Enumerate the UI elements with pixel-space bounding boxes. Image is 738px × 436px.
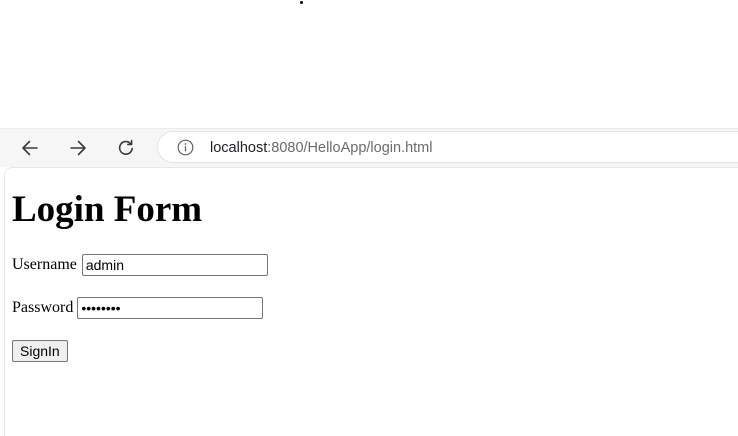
- address-bar[interactable]: localhost:8080/HelloApp/login.html: [157, 131, 738, 163]
- password-input[interactable]: [77, 297, 264, 319]
- url-text[interactable]: localhost:8080/HelloApp/login.html: [210, 139, 432, 157]
- forward-button[interactable]: [63, 135, 93, 161]
- url-host: localhost: [210, 140, 268, 156]
- password-label: Password: [12, 299, 74, 316]
- signin-button[interactable]: SignIn: [12, 340, 68, 362]
- page-viewport: Login Form Username Password SignIn: [4, 167, 738, 436]
- password-row: Password: [12, 297, 264, 319]
- url-path: :8080/HelloApp/login.html: [267, 140, 433, 156]
- arrow-right-icon: [70, 140, 86, 156]
- username-row: Username: [12, 254, 268, 276]
- page-title: Login Form: [12, 189, 203, 230]
- reload-icon: [118, 139, 133, 155]
- arrow-left-icon: [22, 140, 38, 156]
- info-icon[interactable]: [177, 139, 194, 156]
- screen: localhost:8080/HelloApp/login.html Login…: [0, 0, 738, 436]
- back-button[interactable]: [15, 135, 45, 161]
- username-label: Username: [12, 256, 77, 273]
- reload-button[interactable]: [111, 135, 141, 161]
- username-input[interactable]: [81, 254, 268, 276]
- stray-dot: [300, 1, 303, 4]
- browser-toolbar: localhost:8080/HelloApp/login.html: [0, 128, 738, 167]
